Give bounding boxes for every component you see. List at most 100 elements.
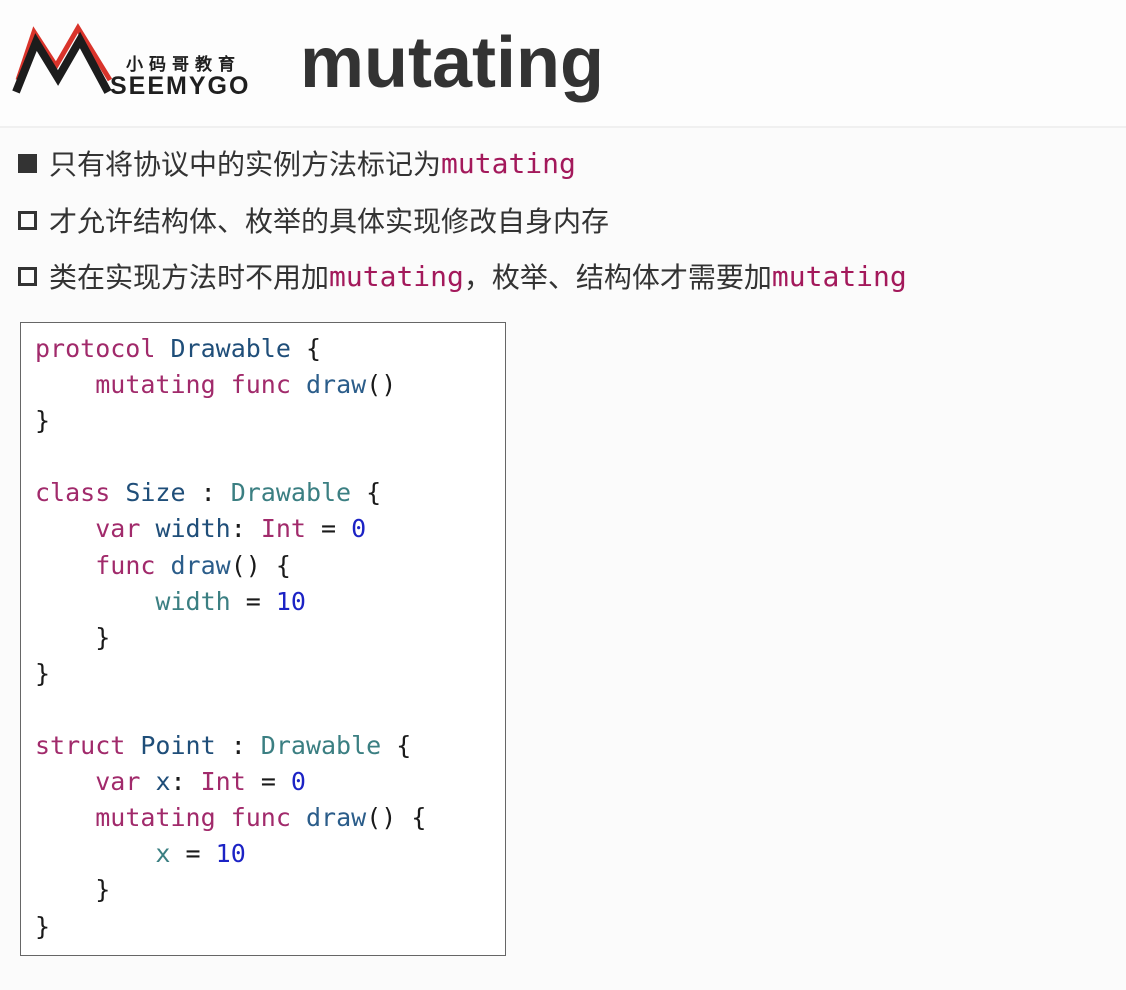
code-token: =	[305, 514, 352, 544]
logo-english-text: SEEMYGO	[110, 72, 251, 100]
bullet-item-1: 只有将协议中的实例方法标记为 mutating	[18, 143, 576, 183]
code-line: func draw() {	[35, 548, 426, 584]
code-token: 10	[275, 586, 306, 616]
code-token: {	[351, 478, 382, 508]
code-line: }	[35, 656, 426, 692]
code-token: x	[155, 767, 171, 797]
code-token: }	[35, 406, 51, 436]
bullet-item-3: 类在实现方法时不用加 mutating ，枚举、结构体才需要加 mutating	[18, 256, 907, 296]
code-token: var	[95, 767, 141, 797]
code-line: var width: Int = 0	[35, 511, 426, 547]
code-token: :	[170, 767, 201, 797]
code-token: var	[95, 514, 141, 544]
code-line: mutating func draw()	[35, 367, 426, 403]
code-token: draw	[305, 803, 367, 833]
code-token: Drawable	[230, 478, 352, 508]
inline-code: mutating	[771, 259, 907, 293]
code-line: x = 10	[35, 836, 426, 872]
code-token: }	[35, 622, 111, 652]
code-line: class Size : Drawable {	[35, 475, 426, 511]
code-token: draw	[305, 370, 367, 400]
code-line: struct Point : Drawable {	[35, 728, 426, 764]
code-token: mutating	[95, 370, 216, 400]
bullet-text: 才允许结构体、枚举的具体实现修改自身内存	[49, 205, 610, 238]
bullet-text: 类在实现方法时不用加	[49, 261, 330, 294]
hollow-square-bullet-icon	[18, 266, 37, 286]
code-token: draw	[170, 550, 231, 580]
code-token: Int	[260, 514, 306, 544]
code-token: Point	[140, 731, 216, 761]
code-line: var x: Int = 0	[35, 764, 426, 800]
code-token: 10	[215, 839, 246, 869]
code-token: =	[170, 839, 216, 869]
bullet-text-continued: ，枚举、结构体才需要加	[463, 261, 772, 294]
code-token: Drawable	[170, 334, 291, 363]
slide-header: 小码哥教育 SEEMYGO mutating	[0, 0, 1126, 128]
slide-title: mutating	[300, 23, 604, 103]
code-token: 0	[290, 767, 306, 797]
code-line: }	[35, 403, 426, 439]
code-token: 0	[351, 514, 367, 544]
code-token: =	[245, 767, 291, 797]
code-line: }	[35, 620, 426, 656]
code-token: Int	[200, 767, 246, 797]
code-token: () {	[230, 550, 291, 580]
code-token: =	[230, 586, 276, 616]
code-token: ()	[366, 370, 397, 400]
code-token: Size	[125, 478, 186, 508]
code-token: x	[155, 839, 171, 869]
hollow-square-bullet-icon	[18, 210, 37, 230]
inline-code: mutating	[329, 259, 464, 293]
code-token: width	[155, 586, 231, 616]
code-token: class	[35, 478, 111, 508]
code-token: width	[155, 514, 231, 544]
code-token: }	[35, 911, 51, 941]
code-line: }	[35, 909, 426, 945]
code-token: Drawable	[260, 731, 382, 761]
code-token: {	[290, 334, 322, 363]
code-line: }	[35, 872, 426, 908]
code-listing: protocol Drawable { mutating func draw()…	[35, 331, 426, 945]
code-token: :	[185, 478, 231, 508]
code-token: {	[381, 731, 412, 761]
code-token: func	[230, 370, 291, 400]
code-token: :	[215, 731, 261, 761]
code-token: struct	[35, 731, 126, 761]
code-token: () {	[366, 803, 427, 833]
code-line: mutating func draw() {	[35, 800, 426, 836]
code-token: }	[35, 875, 111, 905]
logo-mark-icon	[12, 23, 113, 94]
code-token: protocol	[35, 334, 156, 363]
code-token: func	[230, 803, 291, 833]
code-token: mutating	[95, 803, 216, 833]
code-token: func	[95, 550, 156, 580]
code-token: }	[35, 658, 51, 688]
inline-code: mutating	[441, 146, 576, 180]
code-block: protocol Drawable { mutating func draw()…	[20, 322, 506, 956]
code-line: protocol Drawable {	[35, 331, 426, 367]
logo: 小码哥教育 SEEMYGO	[12, 20, 262, 100]
filled-square-bullet-icon	[18, 153, 37, 173]
bullet-item-2: 才允许结构体、枚举的具体实现修改自身内存	[18, 200, 609, 240]
code-line: width = 10	[35, 584, 426, 620]
code-token: :	[230, 514, 261, 544]
